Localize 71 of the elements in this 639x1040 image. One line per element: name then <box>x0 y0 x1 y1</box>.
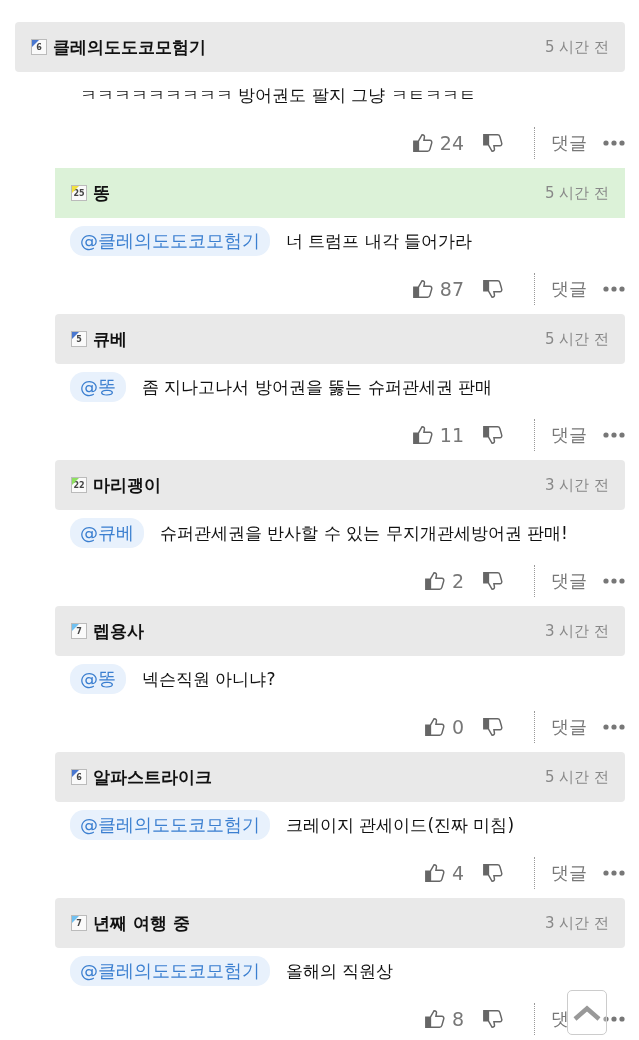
more-icon[interactable] <box>603 1016 625 1022</box>
thumbs-down-icon[interactable] <box>482 570 504 592</box>
thumbs-down-icon[interactable] <box>482 1008 504 1030</box>
timestamp: 3 시간 전 <box>544 913 609 933</box>
timestamp: 5 시간 전 <box>544 37 609 57</box>
timestamp: 5 시간 전 <box>544 183 609 203</box>
thumbs-down-icon[interactable] <box>482 278 504 300</box>
reply-link[interactable]: 댓글 <box>551 715 587 739</box>
more-icon[interactable] <box>603 724 625 730</box>
comment-text: 너 트럼프 내각 들어가라 <box>286 229 473 253</box>
level-badge: 7 <box>71 915 87 931</box>
reply-link[interactable]: 댓글 <box>551 861 587 885</box>
mention-tag[interactable]: @클레의도도코모험기 <box>70 956 270 986</box>
author-name[interactable]: 알파스트라이크 <box>93 765 545 789</box>
timestamp: 5 시간 전 <box>544 329 609 349</box>
thumbs-up-icon[interactable] <box>423 716 446 738</box>
mention-tag[interactable]: @클레의도도코모험기 <box>70 810 270 840</box>
reply-link[interactable]: 댓글 <box>551 277 587 301</box>
level-badge: 6 <box>71 769 87 785</box>
author-name[interactable]: 똥 <box>93 181 545 205</box>
thumbs-up-icon[interactable] <box>411 132 434 154</box>
more-icon[interactable] <box>603 870 625 876</box>
author-name[interactable]: 큐베 <box>93 327 545 351</box>
comment-text: 크레이지 관세이드(진짜 미침) <box>286 813 515 837</box>
scroll-top-button[interactable] <box>567 990 607 1035</box>
reply-link[interactable]: 댓글 <box>551 423 587 447</box>
thumbs-up-icon[interactable] <box>411 424 434 446</box>
thumbs-down-icon[interactable] <box>482 862 504 884</box>
timestamp: 3 시간 전 <box>544 621 609 641</box>
thumbs-down-icon[interactable] <box>482 716 504 738</box>
mention-tag[interactable]: @큐베 <box>70 518 144 548</box>
thumbs-up-icon[interactable] <box>423 1008 446 1030</box>
more-icon[interactable] <box>603 578 625 584</box>
like-count: 8 <box>451 1008 464 1030</box>
mention-tag[interactable]: @똥 <box>70 664 126 694</box>
like-count: 11 <box>439 424 464 446</box>
comment-text: ㅋㅋㅋㅋㅋㅋㅋㅋㅋ 방어권도 팔지 그냥 ㅋㅌㅋㅋㅌ <box>80 83 476 107</box>
timestamp: 5 시간 전 <box>544 767 609 787</box>
level-badge: 5 <box>71 331 87 347</box>
author-name[interactable]: 렙용사 <box>93 619 545 643</box>
like-count: 2 <box>451 570 464 592</box>
reply-link[interactable]: 댓글 <box>551 131 587 155</box>
more-icon[interactable] <box>603 140 625 146</box>
more-icon[interactable] <box>603 432 625 438</box>
thumbs-up-icon[interactable] <box>423 570 446 592</box>
thumbs-up-icon[interactable] <box>411 278 434 300</box>
level-badge: 22 <box>71 477 87 493</box>
author-name[interactable]: 클레의도도코모험기 <box>53 35 545 59</box>
level-badge: 6 <box>31 39 47 55</box>
author-name[interactable]: 마리괭이 <box>93 473 545 497</box>
like-count: 4 <box>451 862 464 884</box>
comment-text: 넥슨직원 아니냐? <box>142 667 276 691</box>
like-count: 87 <box>439 278 464 300</box>
comment-text: 올해의 직원상 <box>286 959 394 983</box>
mention-tag[interactable]: @똥 <box>70 372 126 402</box>
comment-text: 좀 지나고나서 방어권을 뚫는 슈퍼관세권 판매 <box>142 375 493 399</box>
arrow-up-icon <box>572 1003 602 1022</box>
level-badge: 7 <box>71 623 87 639</box>
reply-link[interactable]: 댓 <box>551 1007 587 1031</box>
level-badge: 25 <box>71 185 87 201</box>
like-count: 24 <box>439 132 464 154</box>
more-icon[interactable] <box>603 286 625 292</box>
thumbs-down-icon[interactable] <box>482 424 504 446</box>
mention-tag[interactable]: @클레의도도코모험기 <box>70 226 270 256</box>
timestamp: 3 시간 전 <box>544 475 609 495</box>
thumbs-up-icon[interactable] <box>423 862 446 884</box>
author-name[interactable]: 년째 여행 중 <box>93 911 545 935</box>
thumbs-down-icon[interactable] <box>482 132 504 154</box>
reply-link[interactable]: 댓글 <box>551 569 587 593</box>
comment-text: 슈퍼관세권을 반사할 수 있는 무지개관세방어권 판매! <box>160 521 568 545</box>
like-count: 0 <box>451 716 464 738</box>
